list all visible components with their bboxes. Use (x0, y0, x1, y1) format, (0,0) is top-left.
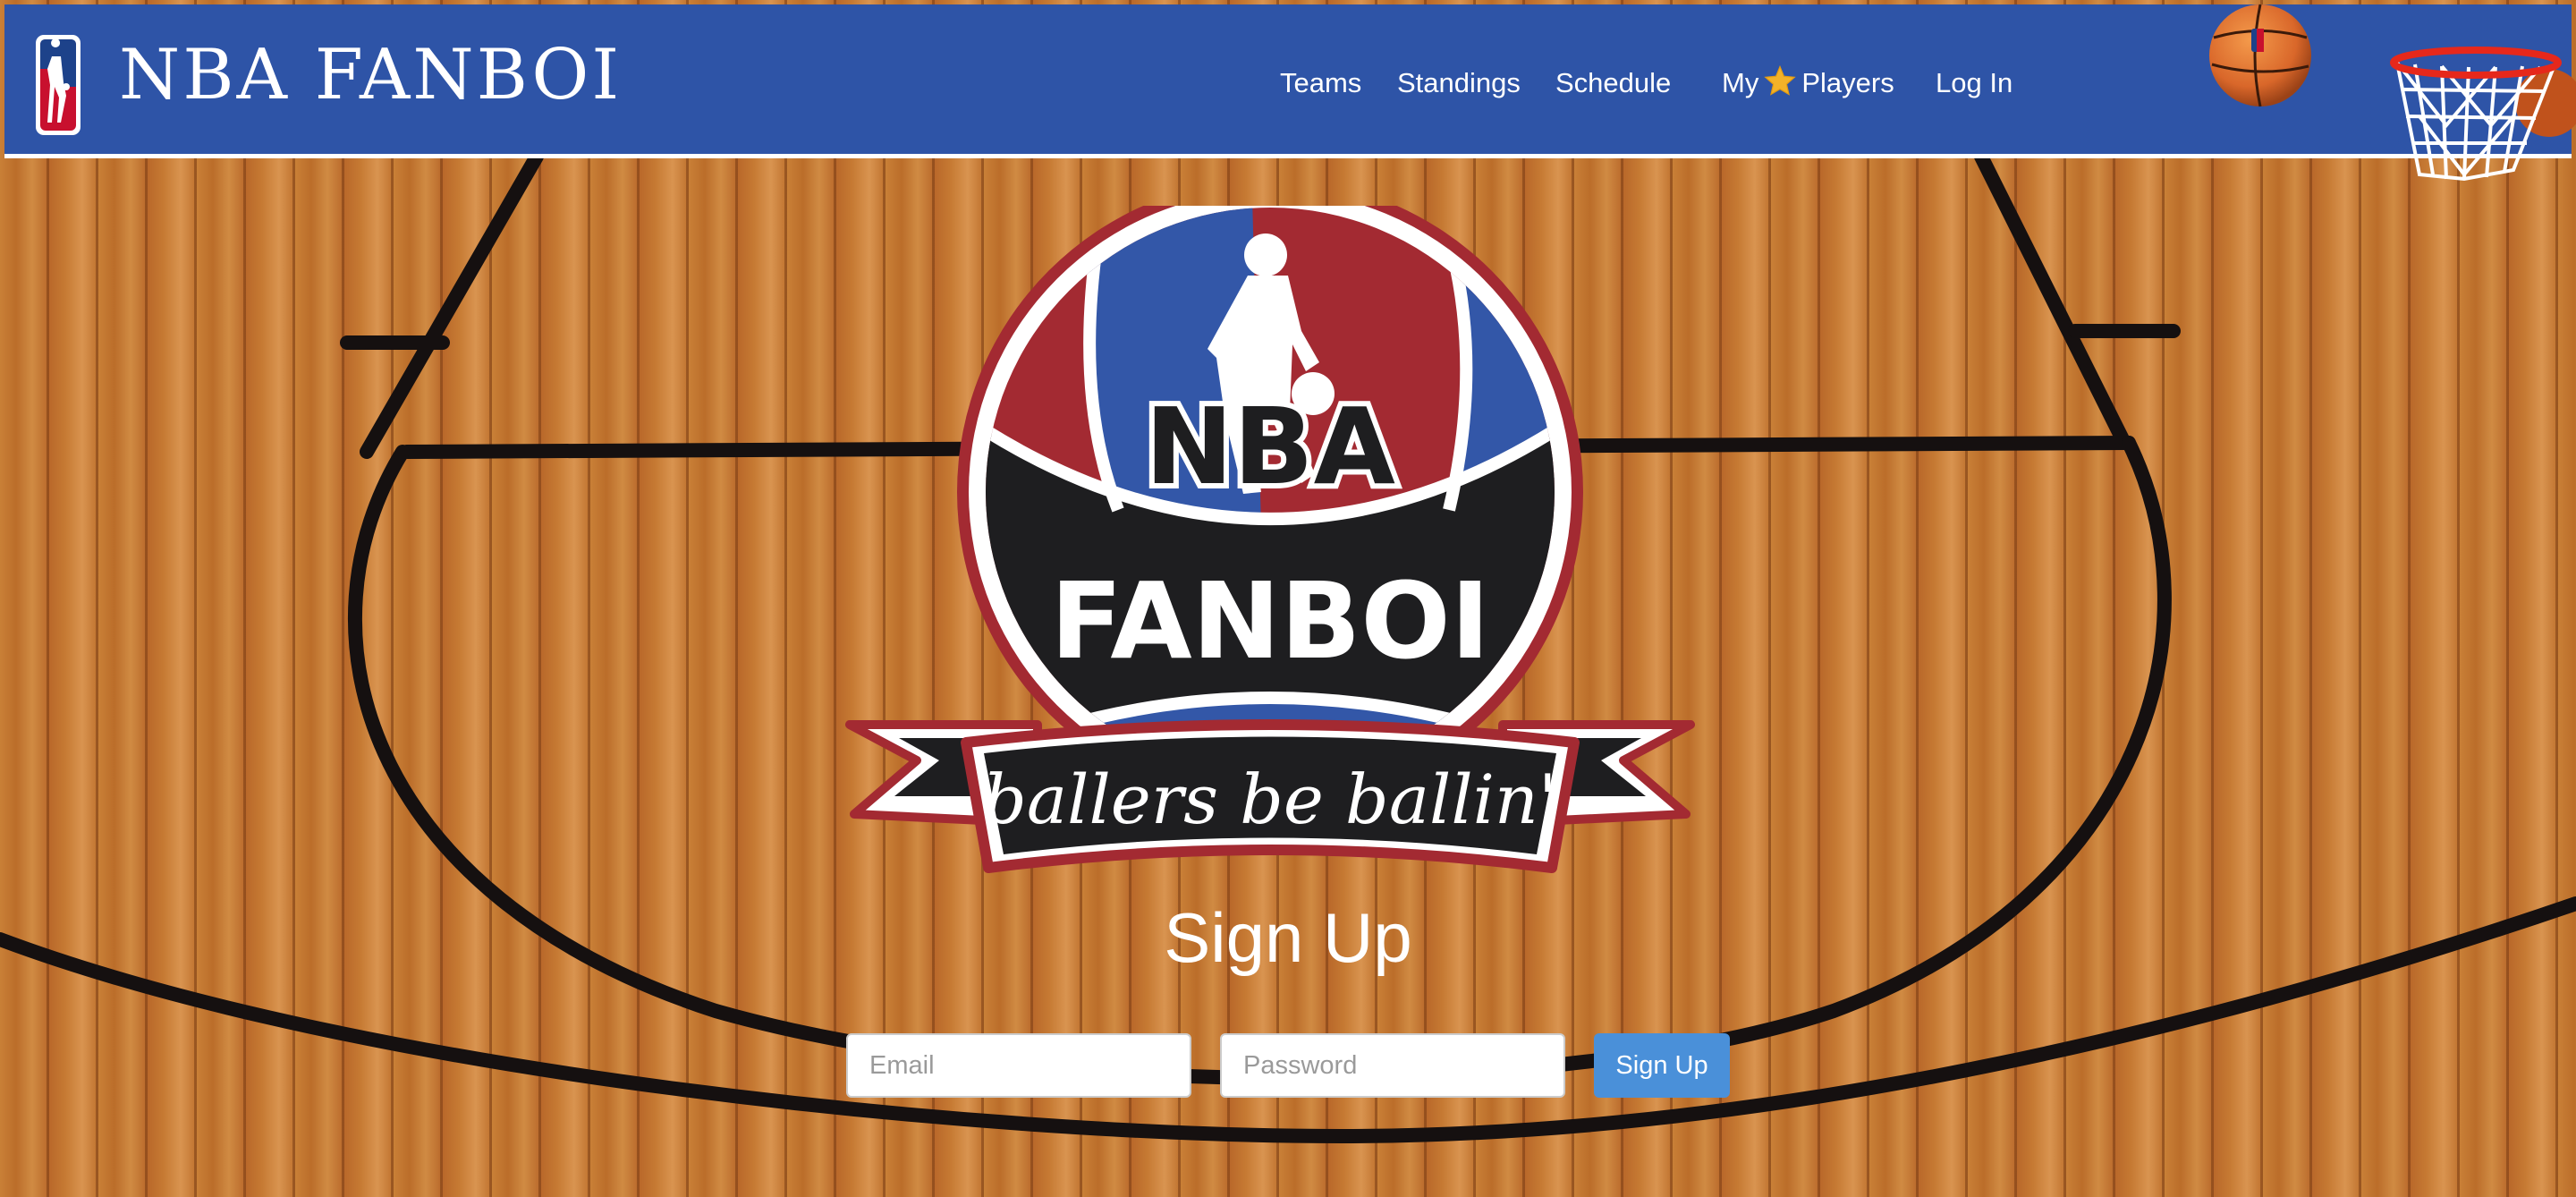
logo-nba-text: NBA (1145, 385, 1395, 508)
nav-schedule[interactable]: Schedule (1555, 65, 1671, 101)
nav-login[interactable]: Log In (1936, 65, 2012, 101)
brand-title[interactable]: NBA FANBOI (119, 35, 622, 115)
nba-fanboi-logo: NBA FANBOI ballers be ballin' (845, 206, 1695, 873)
nav-my-players-label: Players (1801, 67, 1894, 98)
logo-fanboi-text: FANBOI (1050, 559, 1489, 683)
signup-button[interactable]: Sign Up (1594, 1033, 1730, 1098)
password-field[interactable] (1220, 1033, 1565, 1098)
top-navbar: NBA FANBOI Teams Standings Schedule My Pl… (4, 4, 2572, 158)
email-field[interactable] (846, 1033, 1191, 1098)
logo-tagline: ballers be ballin' (983, 760, 1557, 839)
signup-title: Sign Up (1164, 898, 1412, 977)
basketball-hoop-icon (2390, 47, 2576, 182)
basketball-icon (2209, 4, 2311, 107)
nav-standings[interactable]: Standings (1397, 65, 1521, 101)
nba-logo-icon[interactable] (34, 33, 82, 137)
nav-my-players[interactable]: My Players (1722, 65, 1894, 101)
star-icon (1764, 65, 1797, 96)
nav-my-players-prefix: My (1722, 67, 1759, 98)
nav-teams[interactable]: Teams (1280, 65, 1361, 101)
